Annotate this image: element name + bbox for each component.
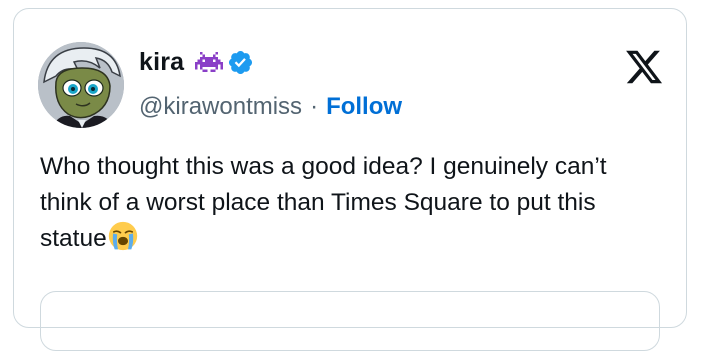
separator-dot: · xyxy=(310,93,319,120)
author-handle-row: @kirawontmiss · Follow xyxy=(139,91,402,123)
author-name-row: kira xyxy=(139,46,402,78)
tweet-card[interactable]: kira @kirawontmiss · Follow Who thought … xyxy=(13,8,687,351)
tweet-text: Who thought this was a good idea? I genu… xyxy=(40,149,660,257)
author-handle[interactable]: @kirawontmiss xyxy=(139,93,302,121)
avatar[interactable] xyxy=(38,42,124,128)
loudly-crying-face-emoji xyxy=(108,221,137,251)
follow-button[interactable]: Follow xyxy=(326,93,402,121)
avatar-image xyxy=(38,42,124,128)
media-preview[interactable] xyxy=(40,291,660,351)
author-display-name[interactable]: kira xyxy=(139,48,184,77)
x-logo-icon[interactable] xyxy=(623,47,665,87)
space-invader-icon xyxy=(195,51,224,73)
author-block: kira @kirawontmiss · Follow xyxy=(139,46,402,123)
verified-check-icon xyxy=(229,50,253,74)
